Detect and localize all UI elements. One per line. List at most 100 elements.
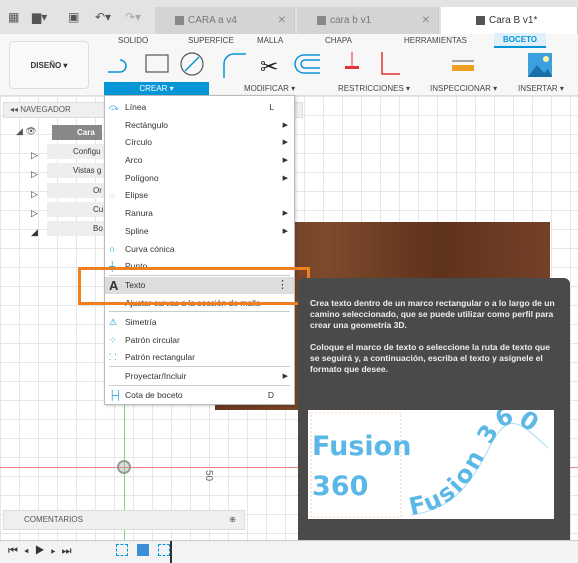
tab-solido[interactable]: SOLIDO xyxy=(118,36,148,45)
menu-item-simetria[interactable]: ⚠ Simetría xyxy=(105,314,294,331)
tree-item-bodies[interactable]: Cu xyxy=(47,202,104,217)
submenu-arrow-icon: ▶ xyxy=(282,157,288,164)
close-icon[interactable]: ✕ xyxy=(278,15,286,26)
insert-dropdown[interactable]: INSERTAR ▾ xyxy=(518,84,564,93)
tab-herramientas[interactable]: HERRAMIENTAS xyxy=(404,36,467,45)
sketch-feature-icon[interactable] xyxy=(116,544,128,556)
submenu-arrow-icon: ▶ xyxy=(282,122,288,129)
menu-item-label: Simetría xyxy=(125,317,157,327)
file-icon[interactable]: ▆▾ xyxy=(32,10,47,24)
create-dropdown[interactable]: CREAR ▾ xyxy=(104,82,209,95)
submenu-arrow-icon: ▶ xyxy=(282,139,288,146)
playback-controls[interactable]: ⏮◂▶▸⏭ xyxy=(8,545,78,558)
menu-item-label: Círculo xyxy=(125,137,152,147)
menu-item-circulo[interactable]: Círculo ▶ xyxy=(105,134,294,151)
menu-item-linea[interactable]: ⤼ Línea L xyxy=(105,99,294,116)
fix-constraint-icon xyxy=(345,66,359,69)
tab-chapa[interactable]: CHAPA xyxy=(325,36,352,45)
tree-item-views[interactable]: Vistas g xyxy=(47,163,104,178)
extrude-feature-icon[interactable] xyxy=(137,544,149,556)
timeline-marker[interactable] xyxy=(170,541,172,563)
menu-item-label: Arco xyxy=(125,155,143,165)
svg-text:360: 360 xyxy=(312,471,368,502)
menu-item-label: Proyectar/Incluir xyxy=(125,371,187,381)
origin-point[interactable] xyxy=(117,460,131,474)
menu-item-ranura[interactable]: Ranura ▶ xyxy=(105,205,294,222)
trim-scissors-icon: ✂ xyxy=(260,54,278,79)
redo-icon[interactable]: ↷▾ xyxy=(125,10,141,24)
menu-item-label: Rectángulo xyxy=(125,120,169,130)
axis-label: 50 xyxy=(203,469,215,482)
tab-superficie[interactable]: SUPERFICE xyxy=(188,36,234,45)
inspect-dropdown[interactable]: INSPECCIONAR ▾ xyxy=(430,84,497,93)
document-tab-cara-a[interactable]: CARA a v4 ✕ xyxy=(155,7,295,34)
ellipse-icon: ◌ xyxy=(109,190,115,200)
modify-dropdown[interactable]: MODIFICAR ▾ xyxy=(244,84,295,93)
submenu-arrow-icon: ▶ xyxy=(282,373,288,380)
submenu-arrow-icon: ▶ xyxy=(282,210,288,217)
shortcut-label: L xyxy=(269,102,274,112)
tree-item-origin[interactable]: Or xyxy=(47,183,104,198)
submenu-arrow-icon: ▶ xyxy=(282,228,288,235)
constraints-dropdown[interactable]: RESTRICCIONES ▾ xyxy=(338,84,410,93)
measure-icon[interactable] xyxy=(450,55,476,75)
collapse-icon[interactable]: ◂◂ xyxy=(10,105,20,114)
menu-item-curva[interactable]: ∩ Curva cónica xyxy=(105,241,294,258)
apps-grid-icon[interactable]: ▦ xyxy=(8,10,19,24)
rectangle-tool-icon xyxy=(145,54,169,73)
menu-item-spline[interactable]: Spline ▶ xyxy=(105,223,294,240)
menu-item-label: Cota de boceto xyxy=(125,390,183,400)
tree-item-sketches[interactable]: Bo xyxy=(47,221,104,236)
submenu-arrow-icon: ▶ xyxy=(282,175,288,182)
offset-icon xyxy=(294,54,320,74)
document-tab-active[interactable]: Cara B v1* xyxy=(441,7,578,34)
expand-arrows[interactable]: ▷ ▷ ▷ ▷ ◢ xyxy=(31,146,38,242)
save-icon[interactable]: ▣ xyxy=(68,10,79,24)
dimension-icon: ├┤ xyxy=(109,390,122,400)
undo-icon[interactable]: ↶▾ xyxy=(95,10,111,24)
tree-item-config[interactable]: Configu xyxy=(47,144,104,159)
tree-item-root[interactable]: Cara B xyxy=(52,125,102,152)
menu-item-proyectar[interactable]: Proyectar/Incluir ▶ xyxy=(105,368,294,385)
menu-item-elipse[interactable]: ◌ Elipse xyxy=(105,187,294,204)
svg-text:Fusion 360: Fusion 360 xyxy=(407,410,546,519)
menu-item-label: Patrón circular xyxy=(125,335,180,345)
shortcut-label: D xyxy=(267,390,274,400)
mirror-icon: ⚠ xyxy=(109,317,118,327)
conic-curve-icon: ∩ xyxy=(109,244,116,254)
tab-boceto[interactable]: BOCETO xyxy=(494,33,546,48)
menu-item-patron[interactable]: ⁘ Patrón circular xyxy=(105,332,294,349)
sketch-feature-icon[interactable] xyxy=(158,544,170,556)
cube-icon xyxy=(175,16,184,25)
menu-item-arco[interactable]: Arco ▶ xyxy=(105,152,294,169)
fillet-icon xyxy=(223,53,246,78)
comments-panel[interactable]: COMENTARIOS ⊕ xyxy=(3,510,245,530)
expand-icon[interactable]: ◢ 👁 xyxy=(16,126,37,137)
menu-item-poligono[interactable]: Polígono ▶ xyxy=(105,170,294,187)
menu-item-cota[interactable]: ├┤ Cota de boceto D xyxy=(105,387,294,404)
workspace-dropdown[interactable]: DISEÑO ▾ xyxy=(9,41,89,89)
highlight-box xyxy=(78,267,310,305)
document-tab-cara-b[interactable]: cara b v1 ✕ xyxy=(297,7,439,34)
constraint-tools[interactable] xyxy=(340,50,410,80)
menu-item-label: Línea xyxy=(125,102,147,112)
create-menu: ⤼ Línea L Rectángulo ▶ Círculo ▶ Arco ▶ Polígono ▶… xyxy=(104,95,295,405)
tooltip: Crea texto dentro de un marco rectangula… xyxy=(298,278,570,555)
menu-item-label: Elipse xyxy=(125,190,149,200)
tab-malla[interactable]: MALLA xyxy=(257,36,283,45)
close-icon[interactable]: ✕ xyxy=(422,15,430,26)
create-tools[interactable] xyxy=(104,50,208,80)
menu-item-patron[interactable]: ⸬ Patrón rectangular xyxy=(105,349,294,366)
line-tool-icon xyxy=(108,59,127,73)
rectangular-pattern-icon: ⸬ xyxy=(109,352,117,362)
perpendicular-icon xyxy=(381,52,400,75)
add-comment-icon[interactable]: ⊕ xyxy=(229,511,236,529)
menu-separator xyxy=(109,311,290,312)
line-icon: ⤼ xyxy=(109,102,119,112)
modify-tools[interactable]: ✂ xyxy=(220,50,330,80)
insert-image-icon[interactable] xyxy=(528,53,552,77)
tooltip-instructions: Coloque el marco de texto o seleccione l… xyxy=(310,342,550,374)
menu-item-rectangulo[interactable]: Rectángulo ▶ xyxy=(105,117,294,134)
menu-item-label: Patrón rectangular xyxy=(125,352,195,362)
menu-item-label: Polígono xyxy=(125,173,159,183)
